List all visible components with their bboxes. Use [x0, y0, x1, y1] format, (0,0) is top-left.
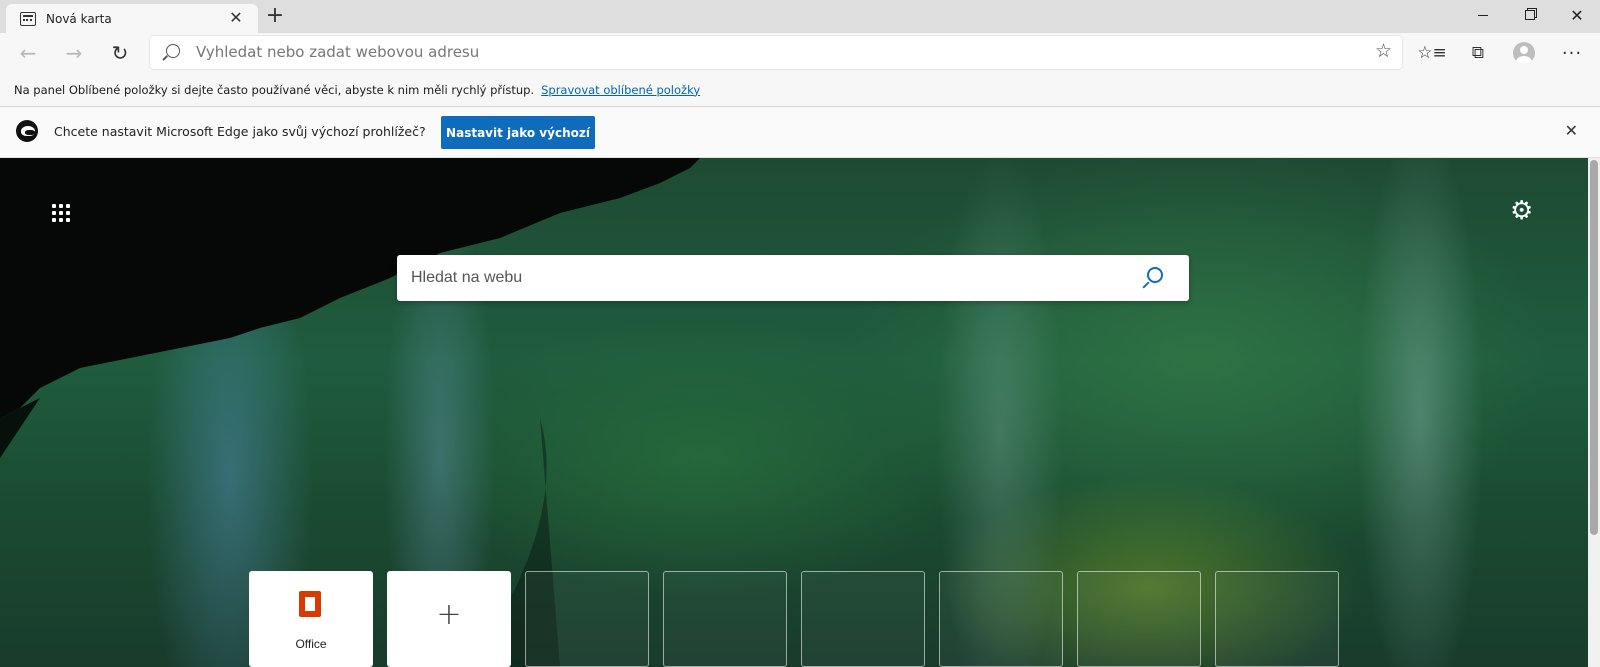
office-logo-icon [299, 591, 321, 617]
tab-new-tab[interactable]: Nová karta ✕ [6, 4, 258, 33]
empty-quick-link-slot [663, 571, 787, 667]
add-quick-link-button[interactable]: + [387, 571, 511, 667]
window-close-button[interactable]: ✕ [1554, 0, 1600, 30]
empty-quick-link-slot [525, 571, 649, 667]
address-bar[interactable]: Vyhledat nebo zadat webovou adresu ☆ [150, 36, 1402, 69]
scrollbar-thumb[interactable] [1590, 160, 1598, 535]
quick-link-office[interactable]: Office [249, 571, 373, 667]
web-search-input[interactable] [411, 255, 1111, 301]
restore-icon [1525, 10, 1535, 20]
set-default-button[interactable]: Nastavit jako výchozí [441, 116, 595, 149]
new-tab-page-icon [20, 11, 36, 26]
refresh-button[interactable]: ↻ [104, 37, 136, 69]
tab-strip: Nová karta ✕ + ✕ [0, 0, 1600, 33]
restore-button[interactable] [1507, 0, 1553, 30]
favorites-hint-text: Na panel Oblíbené položky si dejte často… [14, 82, 535, 97]
empty-quick-link-slot [801, 571, 925, 667]
new-tab-page: ⚙ Office + [0, 158, 1600, 667]
plus-icon: + [436, 597, 462, 632]
back-button[interactable]: ← [12, 37, 44, 69]
cave-silhouette [0, 158, 700, 667]
avatar-icon [1513, 42, 1535, 64]
page-settings-gear-icon[interactable]: ⚙ [1510, 196, 1533, 226]
app-launcher-icon[interactable] [50, 202, 72, 224]
empty-quick-link-slot [939, 571, 1063, 667]
infobar-close-button[interactable]: ✕ [1565, 121, 1578, 140]
toolbar: ← → ↻ Vyhledat nebo zadat webovou adresu… [0, 33, 1600, 73]
web-search-box[interactable] [397, 255, 1189, 301]
forward-button[interactable]: → [58, 37, 90, 69]
more-menu-button[interactable]: ··· [1556, 37, 1588, 69]
collections-icon[interactable]: ⧉ [1462, 37, 1494, 69]
default-browser-infobar: Chcete nastavit Microsoft Edge jako svůj… [0, 108, 1600, 158]
profile-button[interactable] [1508, 37, 1540, 69]
quick-link-label: Office [295, 637, 327, 651]
search-icon [166, 44, 180, 58]
manage-favorites-link[interactable]: Spravovat oblíbené položky [541, 83, 700, 97]
add-favorite-star-icon[interactable]: ☆ [1375, 40, 1392, 62]
minimize-icon [1478, 14, 1488, 16]
minimize-button[interactable] [1460, 0, 1506, 30]
infobar-message: Chcete nastavit Microsoft Edge jako svůj… [54, 124, 426, 139]
empty-quick-link-slot [1077, 571, 1201, 667]
tab-close-button[interactable]: ✕ [226, 8, 246, 28]
tab-title: Nová karta [46, 11, 112, 26]
new-tab-button[interactable]: + [262, 4, 288, 30]
address-placeholder: Vyhledat nebo zadat webovou adresu [196, 43, 480, 61]
edge-logo-icon [16, 120, 38, 142]
page-scrollbar[interactable] [1588, 158, 1600, 667]
search-icon[interactable] [1147, 267, 1163, 283]
empty-quick-link-slot [1215, 571, 1339, 667]
favorites-bar: Na panel Oblíbené položky si dejte často… [0, 73, 1600, 107]
favorites-list-icon[interactable]: ☆≡ [1416, 37, 1448, 69]
